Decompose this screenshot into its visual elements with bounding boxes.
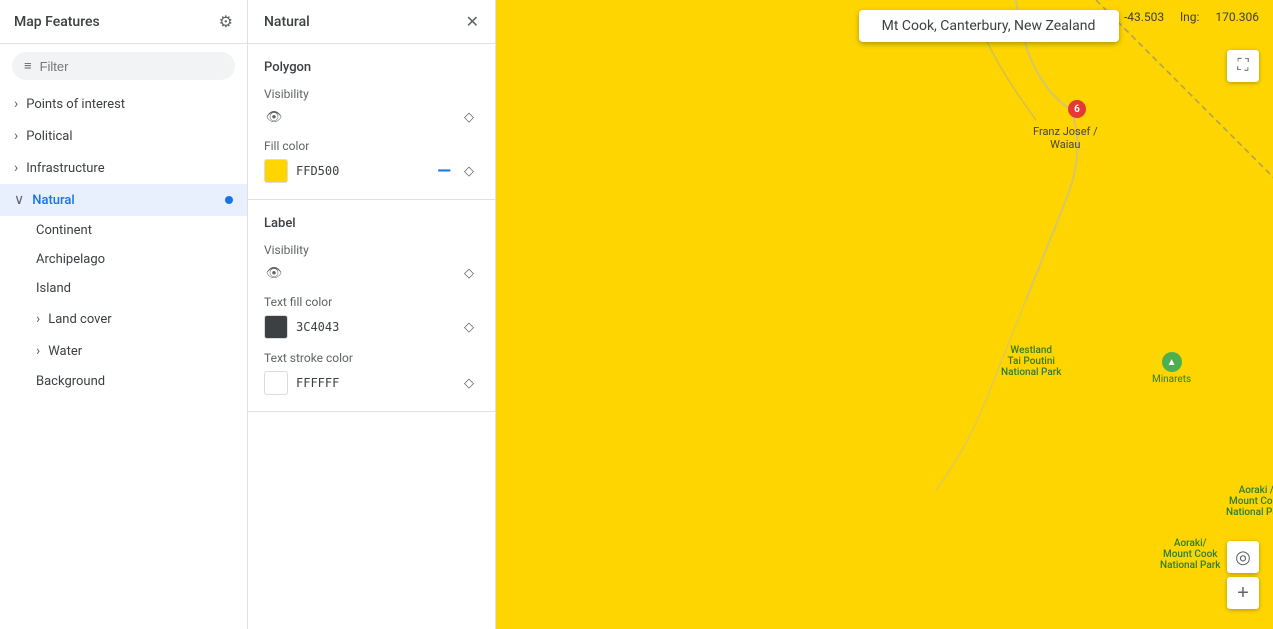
- map-controls-bottom-right: ◎ +: [1227, 541, 1259, 609]
- fill-color-label: Fill color: [264, 139, 479, 153]
- poi-minarets: ▲ Minarets: [1152, 352, 1191, 385]
- diamond-icon[interactable]: ◇: [459, 107, 479, 127]
- panel-header: Natural ✕: [248, 0, 495, 44]
- chevron-right-icon: ›: [14, 160, 18, 176]
- map-svg: [496, 0, 1273, 629]
- text-stroke-row: FFFFFF ◇: [264, 371, 479, 395]
- text-fill-label: Text fill color: [264, 295, 479, 309]
- sidebar-item-natural[interactable]: ∨ Natural: [0, 184, 247, 216]
- sidebar-item-land-cover[interactable]: › Land cover: [0, 303, 247, 335]
- filter-icon: ≡: [24, 58, 32, 74]
- minus-icon[interactable]: —: [437, 161, 451, 182]
- visibility-label: Visibility: [264, 87, 479, 101]
- fill-color-swatch[interactable]: [264, 159, 288, 183]
- active-dot: [225, 196, 233, 204]
- minarets-icon: ▲: [1162, 352, 1182, 372]
- label-title: Label: [264, 216, 479, 231]
- text-fill-row: 3C4043 ◇: [264, 315, 479, 339]
- park-westland: WestlandTai PoutiniNational Park: [1001, 345, 1062, 378]
- cluster-badge: 6: [1068, 100, 1086, 118]
- fill-color-row: FFD500 — ◇: [264, 159, 479, 183]
- badge-number: 6: [1068, 100, 1086, 118]
- text-fill-diamond[interactable]: ◇: [459, 317, 479, 337]
- label-visibility-row: 👁 ◇: [264, 263, 479, 283]
- chevron-right-icon: ›: [14, 128, 18, 144]
- sidebar-item-infrastructure[interactable]: › Infrastructure: [0, 152, 247, 184]
- text-stroke-diamond[interactable]: ◇: [459, 373, 479, 393]
- sidebar-item-political[interactable]: › Political: [0, 120, 247, 152]
- sidebar: Map Features ⚙ ≡ › Points of interest › …: [0, 0, 248, 629]
- label-diamond-icon[interactable]: ◇: [459, 263, 479, 283]
- filter-bar[interactable]: ≡: [12, 52, 235, 80]
- polygon-visibility-row: 👁 ◇: [264, 107, 479, 127]
- text-fill-value: 3C4043: [296, 320, 339, 334]
- polygon-title: Polygon: [264, 60, 479, 75]
- park-aoraki-2: Aoraki/Mount CookNational Park: [1160, 538, 1221, 571]
- panel-title: Natural: [264, 14, 310, 30]
- gear-icon[interactable]: ⚙: [219, 12, 233, 31]
- chevron-right-icon: ›: [14, 96, 18, 112]
- sidebar-item-island[interactable]: Island: [0, 274, 247, 303]
- town-franz-josef: Franz Josef /Waiau: [1033, 125, 1098, 151]
- map-search-box[interactable]: Mt Cook, Canterbury, New Zealand: [859, 10, 1119, 42]
- text-stroke-value: FFFFFF: [296, 376, 339, 390]
- sidebar-item-continent[interactable]: Continent: [0, 216, 247, 245]
- map-area[interactable]: zoom: 11 lat: -43.503 lng: 170.306 Mt Co…: [496, 0, 1273, 629]
- filter-input[interactable]: [40, 59, 223, 74]
- polygon-section: Polygon Visibility 👁 ◇ Fill color FFD500…: [248, 44, 495, 200]
- lng-value: 170.306: [1215, 10, 1259, 24]
- text-fill-swatch[interactable]: [264, 315, 288, 339]
- sidebar-title: Map Features: [14, 14, 100, 30]
- label-eye-icon[interactable]: 👁: [264, 263, 284, 283]
- location-button[interactable]: ◎: [1227, 541, 1259, 573]
- nav-item-label: Points of interest: [26, 97, 125, 112]
- text-stroke-label: Text stroke color: [264, 351, 479, 365]
- close-icon[interactable]: ✕: [466, 12, 479, 31]
- chevron-down-icon: ∨: [14, 192, 24, 208]
- diamond-icon-fill[interactable]: ◇: [459, 161, 479, 181]
- park-aoraki-1: Aoraki /Mount CookNational Park: [1226, 485, 1273, 518]
- search-text: Mt Cook, Canterbury, New Zealand: [882, 18, 1096, 34]
- chevron-right-icon: ›: [36, 343, 40, 359]
- sidebar-item-water[interactable]: › Water: [0, 335, 247, 367]
- feature-panel: Natural ✕ Polygon Visibility 👁 ◇ Fill co…: [248, 0, 496, 629]
- minarets-label: Minarets: [1152, 374, 1191, 385]
- fullscreen-button[interactable]: ⛶: [1227, 50, 1259, 82]
- nav-item-label: Infrastructure: [26, 161, 104, 176]
- sidebar-item-points-of-interest[interactable]: › Points of interest: [0, 88, 247, 120]
- label-visibility-label: Visibility: [264, 243, 479, 257]
- text-stroke-swatch[interactable]: [264, 371, 288, 395]
- sidebar-header: Map Features ⚙: [0, 0, 247, 44]
- eye-icon[interactable]: 👁: [264, 107, 284, 127]
- lat-value: -43.503: [1124, 10, 1164, 24]
- sidebar-item-background[interactable]: Background: [0, 367, 247, 396]
- lng-label: lng:: [1180, 10, 1199, 24]
- chevron-right-icon: ›: [36, 311, 40, 327]
- zoom-in-button[interactable]: +: [1227, 577, 1259, 609]
- label-section: Label Visibility 👁 ◇ Text fill color 3C4…: [248, 200, 495, 412]
- nav-item-label: Natural: [32, 193, 74, 208]
- fill-color-value: FFD500: [296, 164, 339, 178]
- nav-item-label: Political: [26, 129, 72, 144]
- map-controls-top-right: ⛶: [1227, 50, 1259, 82]
- sidebar-item-archipelago[interactable]: Archipelago: [0, 245, 247, 274]
